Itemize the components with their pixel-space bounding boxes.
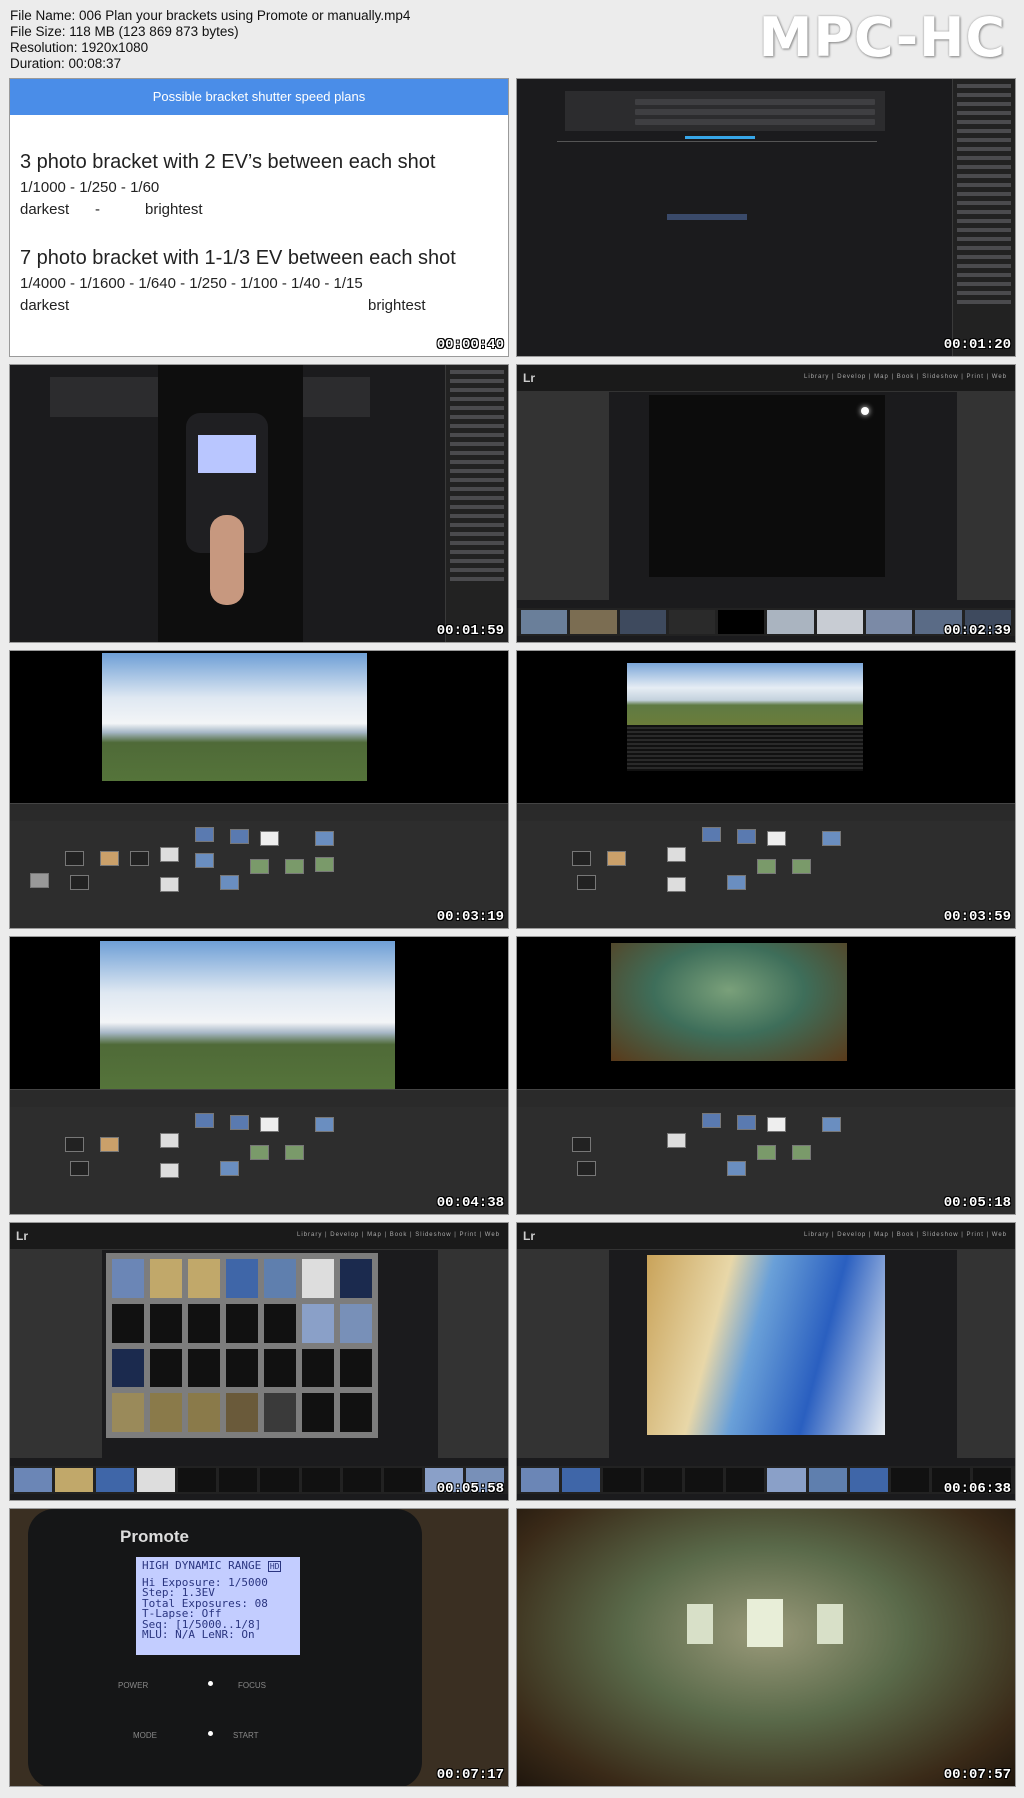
slide-sep-1: - — [95, 201, 100, 218]
file-name: File Name: 006 Plan your brackets using … — [10, 8, 411, 23]
focus-button-label: FOCUS — [238, 1681, 266, 1690]
thumbnail-7[interactable]: 00:04:38 — [9, 936, 509, 1215]
thumbnail-5[interactable]: 00:03:19 — [9, 650, 509, 929]
exposure-range-bar — [685, 136, 755, 139]
timeline[interactable] — [10, 1089, 508, 1108]
timeline[interactable] — [517, 803, 1015, 822]
thumbnail-11[interactable]: Promote HIGH DYNAMIC RANGE HD Hi Exposur… — [9, 1508, 509, 1787]
thumbnail-4[interactable]: Lr Library | Develop | Map | Book | Slid… — [516, 364, 1016, 643]
node-graph — [517, 821, 1015, 928]
image-preview — [649, 395, 885, 577]
timestamp: 00:06:38 — [943, 1481, 1011, 1497]
timeline[interactable] — [517, 1089, 1015, 1108]
node-graph — [10, 821, 508, 928]
photo-grid[interactable] — [106, 1253, 378, 1438]
device-screen: HIGH DYNAMIC RANGE HD Hi Exposure: 1/500… — [136, 1557, 300, 1655]
timestamp: 00:07:17 — [436, 1767, 504, 1783]
panorama — [102, 653, 367, 781]
timestamp: 00:04:38 — [436, 1195, 504, 1211]
finger — [210, 515, 244, 605]
panorama-room — [611, 943, 847, 1061]
timestamp: 00:00:40 — [436, 337, 504, 353]
timestamp: 00:05:58 — [436, 1481, 504, 1497]
start-button-label: START — [233, 1731, 259, 1740]
promote-device: Promote HIGH DYNAMIC RANGE HD Hi Exposur… — [28, 1509, 422, 1786]
panorama-bottom — [627, 725, 863, 771]
timestamp: 00:01:20 — [943, 337, 1011, 353]
planner-panel — [565, 91, 885, 131]
mode-button-label: MODE — [133, 1731, 157, 1740]
doorway — [747, 1599, 783, 1647]
thumbnail-9[interactable]: Lr Library | Develop | Map | Book | Slid… — [9, 1222, 509, 1501]
timestamp: 00:01:59 — [436, 623, 504, 639]
thumbnail-2[interactable]: 00:01:20 — [516, 78, 1016, 357]
node-graph — [517, 1107, 1015, 1214]
lightroom-logo: Lr — [16, 1229, 28, 1243]
filmstrip[interactable] — [10, 1466, 508, 1494]
lightroom-logo: Lr — [523, 1229, 535, 1243]
slide-line-1: 1/1000 - 1/250 - 1/60 — [20, 179, 160, 196]
window — [687, 1604, 713, 1644]
module-picker[interactable]: Library | Develop | Map | Book | Slidesh… — [804, 374, 1007, 380]
timestamp: 00:03:19 — [436, 909, 504, 925]
thumbnail-12[interactable]: 00:07:57 — [516, 1508, 1016, 1787]
thumbnail-3[interactable]: 00:01:59 — [9, 364, 509, 643]
timeline[interactable] — [10, 803, 508, 822]
node-graph — [10, 1107, 508, 1214]
promote-logo: Promote — [120, 1527, 189, 1546]
thumbnail-8[interactable]: 00:05:18 — [516, 936, 1016, 1215]
device-screen — [198, 435, 256, 473]
slide-darkest-1: darkest — [20, 201, 70, 218]
thumbnail-10[interactable]: Lr Library | Develop | Map | Book | Slid… — [516, 1222, 1016, 1501]
slide-brightest-2: brightest — [368, 297, 426, 314]
filmstrip[interactable] — [517, 608, 1015, 636]
slide-brightest-1: brightest — [145, 201, 203, 218]
panorama — [100, 941, 395, 1089]
thumbnail-6[interactable]: 00:03:59 — [516, 650, 1016, 929]
hd-badge: HD — [267, 1561, 282, 1572]
slide-heading-2: 7 photo bracket with 1-1/3 EV between ea… — [20, 247, 456, 269]
file-info: File Name: 006 Plan your brackets using … — [10, 8, 410, 72]
slide-heading-1: 3 photo bracket with 2 EV’s between each… — [20, 151, 436, 173]
thumbnail-1[interactable]: Possible bracket shutter speed plans 3 p… — [9, 78, 509, 357]
timestamp: 00:03:59 — [943, 909, 1011, 925]
resolution: Resolution: 1920x1080 — [10, 40, 149, 55]
panorama-top — [627, 663, 863, 725]
side-list — [952, 79, 1015, 356]
slide-title: Possible bracket shutter speed plans — [10, 79, 508, 115]
mpc-hc-logo: MPC-HC — [758, 6, 1006, 69]
image-preview — [647, 1255, 885, 1435]
timestamp: 00:07:57 — [943, 1767, 1011, 1783]
file-size: File Size: 118 MB (123 869 873 bytes) — [10, 24, 239, 39]
duration: Duration: 00:08:37 — [10, 56, 122, 71]
slide-darkest-2: darkest — [20, 297, 70, 314]
slide-line-2: 1/4000 - 1/1600 - 1/640 - 1/250 - 1/100 … — [20, 275, 363, 292]
power-button-label: POWER — [118, 1681, 149, 1690]
timestamp: 00:05:18 — [943, 1195, 1011, 1211]
timestamp: 00:02:39 — [943, 623, 1011, 639]
module-picker[interactable]: Library | Develop | Map | Book | Slidesh… — [804, 1232, 1007, 1238]
device-photo — [158, 365, 303, 642]
lightroom-logo: Lr — [523, 371, 535, 385]
module-picker[interactable]: Library | Develop | Map | Book | Slidesh… — [297, 1232, 500, 1238]
filmstrip[interactable] — [517, 1466, 1015, 1494]
